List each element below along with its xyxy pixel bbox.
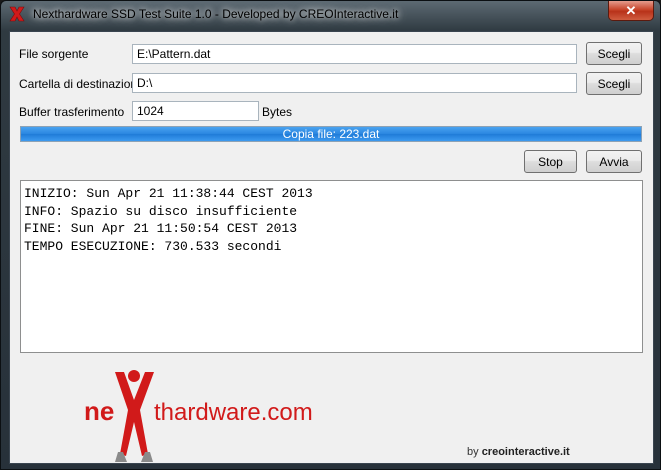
log-output[interactable]: INIZIO: Sun Apr 21 11:38:44 CEST 2013 IN… [20, 180, 643, 353]
close-button[interactable]: ✕ [608, 1, 654, 21]
log-line: INFO: Spazio su disco insufficiente [24, 203, 298, 219]
destination-folder-input[interactable]: D:\ [132, 73, 577, 93]
log-line: INIZIO: Sun Apr 21 11:38:44 CEST 2013 [24, 186, 313, 201]
destination-folder-label: Cartella di destinazione [19, 77, 144, 91]
source-file-label: File sorgente [19, 47, 89, 61]
logo-x-figure-icon [115, 370, 154, 462]
progress-text: Copia file: 223.dat [282, 127, 380, 141]
app-window: Nexthardware SSD Test Suite 1.0 - Develo… [0, 0, 661, 470]
title-bar[interactable]: Nexthardware SSD Test Suite 1.0 - Develo… [1, 1, 660, 29]
logo-suffix-text: thardware.com [154, 399, 313, 426]
log-line: TEMPO ESECUZIONE: 730.533 secondi [24, 238, 282, 254]
log-line: FINE: Sun Apr 21 11:50:54 CEST 2013 [24, 221, 298, 236]
credit-text: by creointeractive.it [467, 446, 570, 458]
client-area: File sorgente E:\Pattern.dat Scegli Cart… [9, 31, 654, 464]
logo-prefix-text: ne [84, 396, 114, 426]
source-browse-button[interactable]: Scegli [586, 42, 642, 65]
window-title: Nexthardware SSD Test Suite 1.0 - Develo… [33, 7, 399, 21]
destination-browse-button[interactable]: Scegli [586, 72, 642, 95]
nexthardware-logo: ne thardware.com [84, 370, 313, 462]
app-logo-icon [9, 6, 25, 22]
credit-name: creointeractive.it [481, 446, 570, 458]
credit-prefix: by [467, 446, 482, 458]
start-button[interactable]: Avvia [586, 150, 642, 173]
buffer-label: Buffer trasferimento [19, 105, 125, 119]
copy-progress-bar: Copia file: 223.dat [20, 126, 642, 142]
buffer-unit-label: Bytes [262, 105, 293, 119]
buffer-size-input[interactable]: 1024 [132, 101, 259, 121]
stop-button[interactable]: Stop [524, 150, 577, 173]
source-file-input[interactable]: E:\Pattern.dat [132, 44, 577, 64]
